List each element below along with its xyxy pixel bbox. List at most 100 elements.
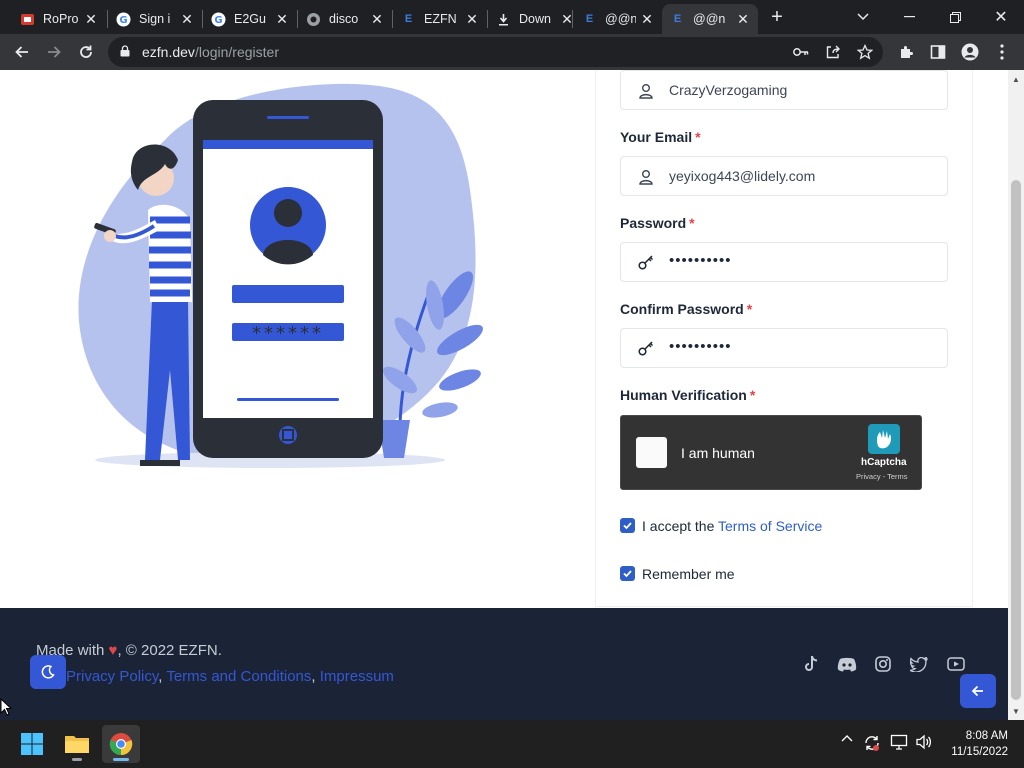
windows-logo-icon — [21, 733, 43, 755]
menu-kebab-icon[interactable] — [991, 41, 1013, 63]
share-icon[interactable] — [824, 43, 842, 61]
restore-button[interactable] — [932, 0, 978, 34]
close-window-button[interactable]: ✕ — [978, 0, 1024, 34]
checkmark-icon — [623, 522, 632, 530]
browser-tab[interactable]: G E2Gu ✕ — [203, 4, 297, 34]
folder-icon — [65, 736, 89, 753]
windows-taskbar: 8:08 AM 11/15/2022 — [0, 720, 1024, 768]
chrome-icon — [109, 733, 133, 756]
svg-text:******: ****** — [252, 323, 324, 344]
hcaptcha-logo-icon — [868, 424, 900, 454]
ezfn-icon: E — [673, 13, 682, 25]
taskbar-clock[interactable]: 8:08 AM 11/15/2022 — [940, 728, 1020, 760]
close-tab-icon[interactable]: ✕ — [736, 11, 750, 28]
forward-icon[interactable] — [40, 38, 68, 66]
username-field[interactable]: CrazyVerzogaming — [620, 70, 948, 110]
page-scrollbar[interactable]: ▲ ▼ — [1008, 70, 1024, 720]
lock-icon — [120, 45, 130, 57]
instagram-icon[interactable] — [871, 652, 895, 676]
tray-overflow-icon[interactable] — [841, 734, 853, 742]
browser-tab[interactable]: RoPro ✕ — [12, 4, 106, 34]
bookmark-star-icon[interactable] — [856, 43, 874, 61]
volume-icon[interactable] — [915, 734, 933, 750]
minimize-button[interactable] — [886, 0, 932, 34]
tiktok-icon[interactable] — [799, 652, 823, 676]
back-icon[interactable] — [8, 38, 36, 66]
terms-of-service-link[interactable]: Terms of Service — [718, 518, 822, 534]
mouse-cursor-icon — [0, 698, 12, 716]
close-tab-icon[interactable]: ✕ — [180, 11, 194, 28]
discord-icon[interactable] — [835, 652, 859, 676]
file-explorer-button[interactable] — [58, 725, 96, 763]
phone-graphic: ****** — [193, 100, 383, 458]
privacy-policy-link[interactable]: Privacy Policy — [66, 668, 158, 685]
terms-label: I accept the Terms of Service — [642, 518, 823, 534]
svg-text:G: G — [119, 15, 127, 26]
verification-label: Human Verification * — [620, 387, 756, 403]
profile-avatar-icon[interactable] — [959, 41, 981, 63]
google-icon: G — [211, 12, 226, 27]
twitter-icon[interactable] — [907, 652, 931, 676]
youtube-icon[interactable] — [944, 652, 968, 676]
remember-me-checkbox[interactable] — [620, 566, 635, 581]
close-tab-icon[interactable]: ✕ — [84, 11, 98, 28]
browser-toolbar: ezfn.dev/login/register — [0, 34, 1024, 70]
browser-tab-active[interactable]: E @@n ✕ — [662, 4, 758, 34]
browser-tab[interactable]: E EZFN ✕ — [393, 4, 487, 34]
chrome-taskbar-button[interactable] — [102, 725, 140, 763]
reload-icon[interactable] — [72, 38, 100, 66]
confirm-password-label: Confirm Password * — [620, 301, 753, 317]
scrollbar-thumb[interactable] — [1011, 180, 1021, 700]
ropro-icon — [20, 12, 35, 27]
start-button[interactable] — [13, 725, 51, 763]
scroll-up-arrow-icon[interactable]: ▲ — [1008, 72, 1024, 86]
side-panel-icon[interactable] — [927, 41, 949, 63]
captcha-label: I am human — [681, 445, 755, 461]
key-icon — [638, 255, 654, 270]
extensions-icon[interactable] — [895, 41, 917, 63]
terms-conditions-link[interactable]: Terms and Conditions — [166, 668, 311, 685]
network-icon[interactable] — [890, 734, 908, 750]
svg-text:G: G — [214, 15, 222, 26]
user-icon — [639, 84, 653, 99]
browser-tab[interactable]: disco ✕ — [298, 4, 392, 34]
sync-icon[interactable] — [863, 734, 881, 752]
register-illustration: ****** — [78, 83, 483, 468]
url-text: ezfn.dev/login/register — [142, 44, 279, 60]
ezfn-icon: E — [404, 13, 413, 25]
key-icon — [638, 341, 654, 356]
captcha-brand: hCaptcha — [861, 457, 907, 468]
close-tab-icon[interactable]: ✕ — [275, 11, 289, 28]
browser-tab[interactable]: G Sign i ✕ — [108, 4, 202, 34]
email-label: Your Email * — [620, 129, 701, 145]
arrow-left-icon — [971, 685, 983, 697]
impressum-link[interactable]: Impressum — [320, 668, 394, 685]
close-tab-icon[interactable]: ✕ — [465, 11, 479, 28]
close-tab-icon[interactable]: ✕ — [640, 11, 654, 28]
password-field[interactable]: •••••••••• — [620, 242, 948, 282]
scroll-back-button[interactable] — [960, 674, 996, 708]
moon-icon — [41, 665, 55, 679]
user-icon — [639, 170, 653, 185]
key-icon[interactable] — [792, 43, 810, 61]
captcha-checkbox[interactable] — [636, 437, 667, 468]
ezfn-icon: E — [585, 13, 594, 25]
captcha-links[interactable]: Privacy - Terms — [856, 472, 908, 481]
tab-search-icon[interactable] — [840, 0, 886, 34]
browser-tab-bar: RoPro ✕ G Sign i ✕ G E2Gu ✕ disco ✕ E EZ… — [0, 0, 1024, 34]
confirm-password-field[interactable]: •••••••••• — [620, 328, 948, 368]
browser-tab[interactable]: Down ✕ — [488, 4, 582, 34]
password-label: Password * — [620, 215, 695, 231]
browser-tab[interactable]: E @@n ✕ — [574, 4, 662, 34]
email-field[interactable]: yeyixog443@lidely.com — [620, 156, 948, 196]
page-viewport: ****** CrazyVerzogaming Your Email * yey… — [0, 70, 1008, 720]
checkmark-icon — [623, 570, 632, 578]
globe-icon — [306, 12, 321, 27]
scroll-down-arrow-icon[interactable]: ▼ — [1008, 704, 1024, 718]
new-tab-button[interactable]: + — [762, 0, 792, 34]
dark-mode-toggle-button[interactable] — [30, 655, 66, 689]
google-icon: G — [116, 12, 131, 27]
close-tab-icon[interactable]: ✕ — [370, 11, 384, 28]
terms-checkbox[interactable] — [620, 518, 635, 533]
address-bar[interactable]: ezfn.dev/login/register — [108, 37, 883, 67]
